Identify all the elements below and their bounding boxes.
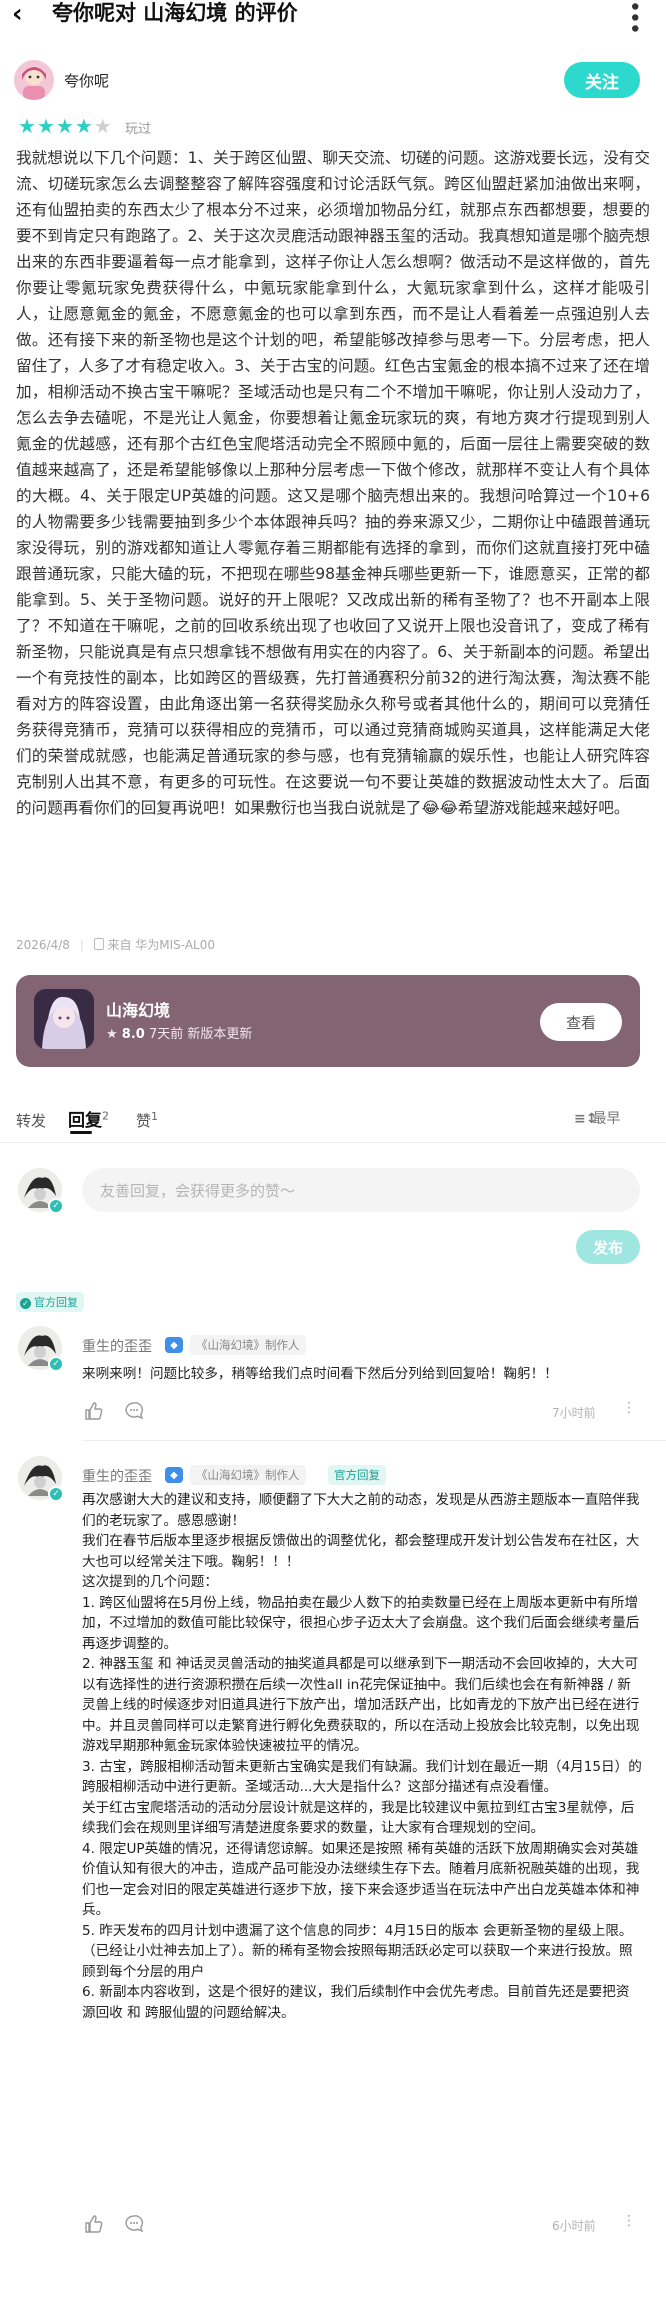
view-game-button[interactable]: 查看 (540, 1003, 622, 1041)
tab-reply-label: 回复 (68, 1111, 102, 1131)
commenter-role: 《山海幻境》制作人 (190, 1465, 306, 1485)
comment-paragraph: 1. 跨区仙盟将在5月份上线，物品拍卖在最少人数下的拍卖数量已经在上周版本更新中… (82, 1594, 640, 1652)
play-status: 玩过 (125, 122, 152, 137)
rating-stars: ★★★★★ (18, 116, 113, 136)
reply-input-placeholder: 友善回复，会获得更多的赞～ (100, 1181, 296, 1200)
review-meta: 2026/4/8 | 来自 华为MIS-AL00 (16, 938, 215, 952)
official-tag-label: 官方回复 (34, 1296, 78, 1309)
commenter-role: 《山海幻境》制作人 (190, 1335, 306, 1355)
comment-paragraph: 来咧来咧！问题比较多，稍等给我们点时间看下然后分列给到回复哈！鞠躬！！ (82, 1366, 558, 1382)
game-icon (34, 989, 94, 1049)
review-paragraph: 我就想说以下几个问题：1、关于跨区仙盟、聊天交流、切磋的问题。这游戏要长远，没有… (16, 149, 650, 817)
more-horizontal-icon[interactable]: ⋮ (622, 1400, 637, 1416)
reply-icon[interactable] (124, 2214, 144, 2239)
star-filled-icon: ★ (18, 114, 37, 138)
star-filled-icon: ★ (36, 114, 56, 138)
verified-badge-icon: ✓ (48, 1356, 64, 1372)
like-count: 1 (151, 1110, 159, 1123)
follow-button[interactable]: 关注 (564, 62, 640, 98)
sort-selector[interactable]: ≡↕ 最早 (574, 1108, 620, 1128)
tab-reply[interactable]: 回复2 (68, 1106, 109, 1131)
star-filled-icon: ★ (74, 114, 94, 138)
official-reply-badge: 官方回复 (328, 1465, 386, 1485)
check-circle-icon: ✓ (20, 1298, 31, 1309)
comment-paragraph: 这次提到的几个问题： (82, 1574, 218, 1590)
game-updated: 7天前 新版本更新 (148, 1027, 253, 1042)
device-icon (93, 938, 104, 950)
verified-badge-icon: ✓ (48, 1486, 64, 1502)
reviewer-name[interactable]: 夸你呢 (64, 70, 109, 91)
star-filled-icon: ★ (55, 114, 75, 138)
star-icon: ★ (106, 1027, 118, 1042)
review-date: 2026/4/8 (16, 938, 70, 952)
comment-paragraph: 4. 限定UP英雄的情况，还得请您谅解。如果还是按照 稀有英雄的活跃下放周期确实… (82, 1840, 640, 1919)
like-icon[interactable] (84, 1401, 104, 1426)
comment-paragraph: 2. 神器玉玺 和 神话灵灵兽活动的抽奖道具都是可以继承到下一期活动不会回收掉的… (82, 1656, 640, 1754)
comment-time: 7小时前 (552, 1406, 596, 1420)
reply-count: 2 (102, 1109, 109, 1123)
sort-icon: ≡↕ (574, 1111, 598, 1127)
sort-label: 最早 (592, 1111, 621, 1127)
active-tab-indicator (70, 1131, 92, 1134)
developer-icon: ◆ (165, 1467, 183, 1483)
comment-paragraph: 6. 新副本内容收到，这是个很好的建议，我们后续制作中会优先考虑。目前首先还是要… (82, 1984, 630, 2021)
publish-button[interactable]: 发布 (576, 1230, 640, 1264)
like-icon[interactable] (84, 2214, 104, 2239)
tab-like[interactable]: 赞1 (136, 1110, 158, 1131)
game-card[interactable]: 山海幻境 ★ 8.0 7天前 新版本更新 查看 (16, 975, 640, 1067)
comment-paragraph: 3. 古宝，跨服相柳活动暂未更新古宝确实是我们有缺漏。我们计划在最近一期（4月1… (82, 1758, 642, 1796)
comment-body: 再次感谢大大的建议和支持，顺便翻了下大大之前的动态，发现是从西游主题版本一直陪伴… (82, 1490, 642, 2023)
comment-body: 来咧来咧！问题比较多，稍等给我们点时间看下然后分列给到回复哈！鞠躬！！ (82, 1364, 642, 1385)
game-name: 山海幻境 (106, 1001, 171, 1020)
more-vertical-icon[interactable]: ••• (621, 0, 646, 33)
comment-paragraph: 再次感谢大大的建议和支持，顺便翻了下大大之前的动态，发现是从西游主题版本一直陪伴… (82, 1492, 640, 1529)
comment-time: 6小时前 (552, 2219, 596, 2233)
star-empty-icon: ★ (93, 114, 113, 138)
reply-icon[interactable] (124, 1401, 144, 1426)
more-horizontal-icon[interactable]: ⋮ (622, 2213, 637, 2229)
verified-badge-icon: ✓ (48, 1198, 64, 1214)
reviewer-avatar[interactable] (14, 60, 54, 100)
comment-paragraph: 5. 昨天发布的四月计划中遗漏了这个信息的同步：4月15日的版本 会更新圣物的星… (82, 1922, 633, 1980)
review-body: 我就想说以下几个问题：1、关于跨区仙盟、聊天交流、切磋的问题。这游戏要长远，没有… (16, 145, 650, 821)
tabs-divider (0, 1142, 666, 1143)
reply-input[interactable]: 友善回复，会获得更多的赞～ (82, 1168, 640, 1212)
developer-icon: ◆ (165, 1337, 183, 1353)
comment-paragraph: 我们在春节后版本里逐步根据反馈做出的调整优化，都会整理成开发计划公告发布在社区，… (82, 1533, 640, 1570)
commenter-name[interactable]: 重生的歪歪 (82, 1466, 152, 1486)
tab-like-label: 赞 (136, 1112, 152, 1130)
game-score: 8.0 (121, 1027, 145, 1042)
game-meta: ★ 8.0 7天前 新版本更新 (106, 1023, 252, 1042)
commenter-name[interactable]: 重生的歪歪 (82, 1336, 152, 1356)
tab-share[interactable]: 转发 (16, 1110, 46, 1131)
chevron-left-icon[interactable]: ‹ (12, 1, 23, 27)
top-bar: ‹ 夸你呢对 山海幻境 的评价 ••• (0, 0, 666, 33)
comment-paragraph: 关于红古宝爬塔活动的活动分层设计就是这样的，我是比较建议中氪拉到红古宝3星就停，… (82, 1799, 635, 1837)
page-title: 夸你呢对 山海幻境 的评价 (52, 1, 298, 25)
official-reply-tag: ✓ 官方回复 (16, 1292, 84, 1312)
review-source: 来自 华为MIS-AL00 (107, 938, 215, 952)
comment-divider (82, 1440, 666, 1441)
